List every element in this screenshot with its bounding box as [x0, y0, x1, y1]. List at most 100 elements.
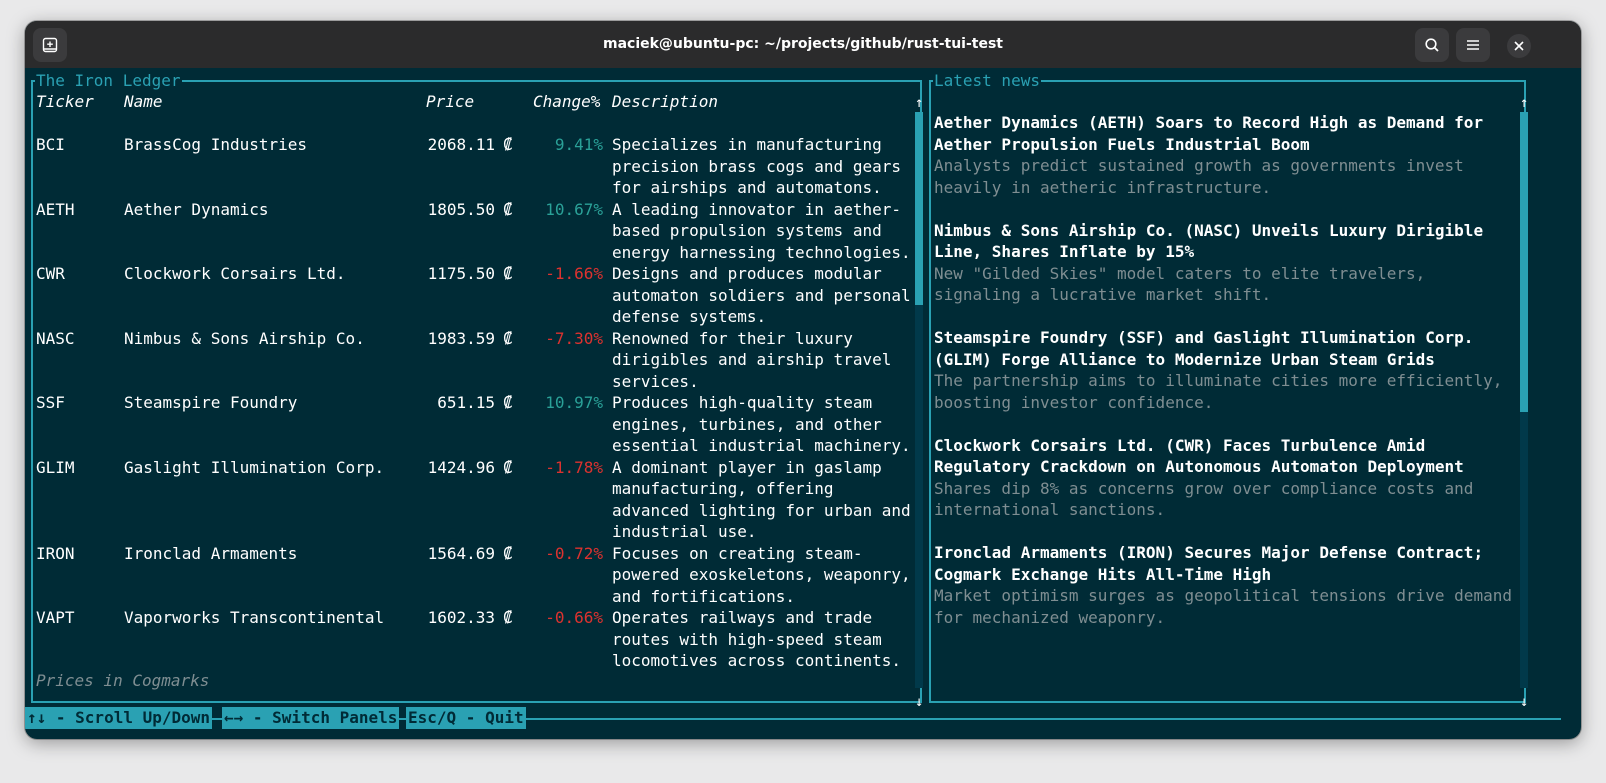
news-summary-line: Shares dip 8% as concerns grow over comp…: [934, 478, 1474, 498]
currency-footnote: Prices in Cogmarks: [36, 671, 210, 690]
company-name-cell: Vaporworks Transcontinental: [124, 608, 385, 627]
news-headline-line: Cogmark Exchange Hits All-Time High: [934, 564, 1272, 584]
news-headline-line: (GLIM) Forge Alliance to Modernize Urban…: [934, 349, 1435, 369]
hamburger-menu-icon: [1467, 40, 1479, 50]
search-button[interactable]: [1415, 28, 1449, 62]
company-name-cell: Ironclad Armaments: [124, 543, 298, 563]
key-hint-scroll: ↑↓ - Scroll Up/Down: [25, 707, 213, 729]
description-line: dirigibles and airship travel: [612, 350, 892, 369]
news-scrollbar-thumb[interactable]: [1520, 112, 1528, 412]
change-percent-cell: -0.66%: [545, 608, 603, 627]
ticker-cell: SSF: [36, 393, 65, 412]
description-line: industrial use.: [612, 522, 757, 541]
column-header-ticker: Ticker: [36, 92, 94, 111]
description-line: A leading innovator in aether-: [612, 199, 901, 219]
news-summary-line: boosting investor confidence.: [934, 392, 1214, 412]
column-header-change: Change%: [533, 92, 601, 111]
description-line: energy harnessing technologies.: [612, 242, 911, 262]
key-hint-switch-panels: ←→ - Switch Panels: [222, 707, 400, 729]
news-summary-line: international sanctions.: [934, 500, 1166, 519]
currency-symbol: ₡: [503, 393, 513, 412]
close-icon: [1514, 41, 1524, 51]
ledger-scroll-up-arrow[interactable]: ↑: [915, 96, 923, 110]
ledger-panel-title: The Iron Ledger: [35, 70, 182, 91]
change-percent-cell: 10.67%: [545, 199, 603, 219]
description-line: locomotives across continents.: [612, 651, 901, 670]
price-cell: 651.15: [437, 393, 495, 412]
price-cell: 1602.33: [427, 608, 495, 627]
currency-symbol: ₡: [503, 199, 513, 219]
company-name-cell: Nimbus & Sons Airship Co.: [124, 328, 365, 348]
description-line: Designs and produces modular: [612, 264, 882, 283]
ticker-cell: CWR: [36, 264, 65, 283]
change-percent-cell: 9.41%: [554, 135, 603, 154]
description-line: and fortifications.: [612, 586, 796, 606]
description-line: for airships and automatons.: [612, 178, 882, 197]
company-name-cell: Gaslight Illumination Corp.: [124, 457, 385, 477]
news-headline-line: Clockwork Corsairs Ltd. (CWR) Faces Turb…: [934, 435, 1426, 455]
column-header-name: Name: [124, 92, 163, 111]
news-headline-line: Line, Shares Inflate by 15%: [934, 242, 1195, 261]
terminal-content: The Iron Ledger Ticker Name Price Change…: [25, 68, 1581, 739]
ticker-cell: IRON: [36, 543, 75, 563]
window-title: maciek@ubuntu-pc: ~/projects/github/rust…: [602, 36, 1003, 52]
news-headline-line: Ironclad Armaments (IRON) Secures Major …: [934, 543, 1484, 562]
keybinding-bar: ↑↓ - Scroll Up/Down ←→ - Switch Panels E…: [25, 707, 1581, 731]
news-summary-line: signaling a lucrative market shift.: [934, 285, 1272, 304]
description-line: based propulsion systems and: [612, 221, 882, 240]
currency-symbol: ₡: [503, 608, 513, 627]
description-line: defense systems.: [612, 307, 767, 326]
description-line: Produces high-quality steam: [612, 393, 873, 412]
company-name-cell: Steamspire Foundry: [124, 393, 298, 412]
price-cell: 2068.11: [427, 135, 495, 154]
news-headline-line: Nimbus & Sons Airship Co. (NASC) Unveils…: [934, 220, 1484, 240]
ticker-cell: GLIM: [36, 457, 75, 477]
news-headline-line: Aether Propulsion Fuels Industrial Boom: [934, 134, 1310, 154]
change-percent-cell: 10.97%: [545, 393, 603, 412]
title-bar: maciek@ubuntu-pc: ~/projects/github/rust…: [25, 21, 1581, 68]
column-header-price: Price: [426, 92, 475, 111]
ledger-scrollbar-thumb[interactable]: [915, 112, 923, 305]
description-line: services.: [612, 371, 699, 391]
ticker-cell: VAPT: [36, 608, 75, 627]
description-line: Operates railways and trade: [612, 608, 873, 627]
column-header-description: Description: [612, 92, 718, 111]
description-line: advanced lighting for urban and: [612, 500, 911, 520]
company-name-cell: Aether Dynamics: [124, 199, 269, 219]
news-summary-line: Market optimism surges as geopolitical t…: [934, 586, 1512, 605]
ticker-cell: NASC: [36, 328, 75, 348]
description-line: Focuses on creating steam-: [612, 543, 863, 563]
terminal-window: maciek@ubuntu-pc: ~/projects/github/rust…: [25, 21, 1581, 739]
ticker-cell: AETH: [36, 199, 75, 219]
description-line: precision brass cogs and gears: [612, 156, 901, 176]
news-summary-line: heavily in aetheric infrastructure.: [934, 177, 1272, 197]
description-line: Renowned for their luxury: [612, 328, 853, 348]
change-percent-cell: -0.72%: [545, 543, 603, 563]
description-line: Specializes in manufacturing: [612, 135, 882, 154]
news-summary-line: New "Gilded Skies" model caters to elite…: [934, 263, 1426, 283]
news-headline-line: Steamspire Foundry (SSF) and Gaslight Il…: [934, 328, 1474, 347]
key-hint-quit: Esc/Q - Quit: [406, 707, 526, 729]
change-percent-cell: -1.66%: [545, 264, 603, 283]
news-panel-title: Latest news: [933, 70, 1041, 91]
description-line: automaton soldiers and personal: [612, 285, 911, 305]
price-cell: 1805.50: [427, 199, 495, 219]
description-line: essential industrial machinery.: [612, 436, 911, 455]
news-summary-line: for mechanized weaponry.: [934, 607, 1166, 627]
description-line: engines, turbines, and other: [612, 414, 882, 434]
currency-symbol: ₡: [503, 457, 513, 477]
description-line: routes with high-speed steam: [612, 629, 882, 649]
news-headline-line: Aether Dynamics (AETH) Soars to Record H…: [934, 113, 1484, 132]
description-line: manufacturing, offering: [612, 479, 834, 498]
currency-symbol: ₡: [503, 543, 513, 563]
menu-button[interactable]: [1456, 28, 1490, 62]
news-scroll-up-arrow[interactable]: ↑: [1520, 96, 1528, 110]
currency-symbol: ₡: [503, 135, 513, 154]
change-percent-cell: -7.30%: [545, 328, 603, 348]
currency-symbol: ₡: [503, 264, 513, 283]
search-icon: [1425, 38, 1439, 52]
company-name-cell: BrassCog Industries: [124, 135, 308, 154]
close-button[interactable]: [1507, 34, 1531, 58]
change-percent-cell: -1.78%: [545, 457, 603, 477]
company-name-cell: Clockwork Corsairs Ltd.: [124, 264, 346, 283]
